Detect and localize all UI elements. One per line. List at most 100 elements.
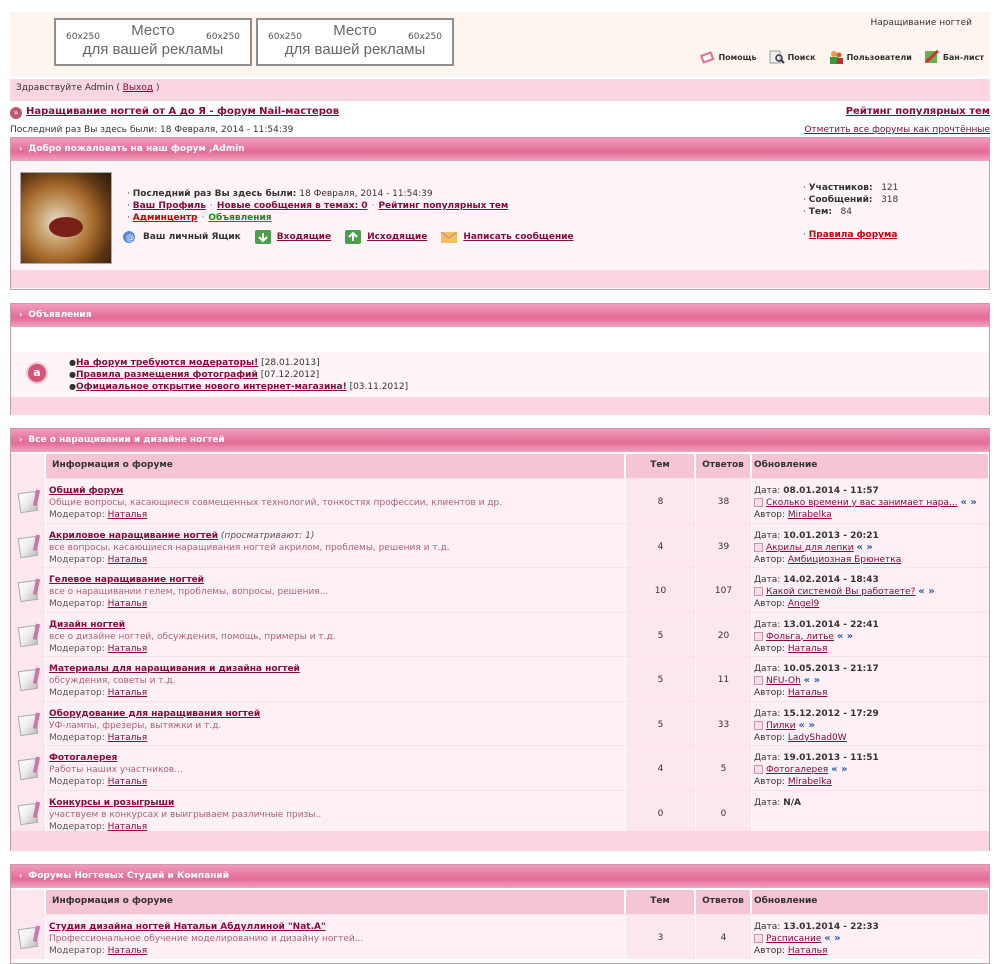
announcements-panel: › Объявления a На форум требуются модерат… xyxy=(10,303,990,415)
goto-arrows[interactable]: « » xyxy=(960,497,976,508)
help-icon xyxy=(700,51,715,64)
topics-count: 8 xyxy=(626,479,695,523)
forum-info-cell: Фотогалерея Работы наших участников... Мо… xyxy=(46,746,625,790)
forum-link[interactable]: Студия дизайна ногтей Натальи Абдуллиной… xyxy=(49,922,326,932)
last-topic-link[interactable]: Акрилы для лепки xyxy=(766,543,854,553)
ad-banner-1[interactable]: 60x250 60x250 Место для вашей рекламы xyxy=(54,18,252,66)
forum-rules-link[interactable]: Правила форума xyxy=(809,230,898,240)
moderator-label: Модератор: xyxy=(49,643,105,654)
moderator-link[interactable]: Наталья xyxy=(108,510,148,520)
svg-text:@: @ xyxy=(126,233,134,242)
moderator-label: Модератор: xyxy=(49,599,105,609)
admincenter-link[interactable]: Админцентр xyxy=(133,213,198,223)
announcement-item: Правила размещения фотографий [07.12.201… xyxy=(69,369,408,381)
date-label: Дата: xyxy=(754,619,781,630)
logout-link[interactable]: Выход xyxy=(123,83,153,93)
announcement-list: На форум требуются модераторы! [28.01.20… xyxy=(69,357,408,393)
last-topic-link[interactable]: NFU-Oh xyxy=(766,676,801,686)
announcement-link[interactable]: Официальное открытие нового интернет-маг… xyxy=(76,382,347,392)
announcements-spacer xyxy=(11,328,989,352)
moderator-link[interactable]: Наталья xyxy=(108,688,148,698)
popular-topics-link[interactable]: Рейтинг популярных тем xyxy=(846,106,990,117)
author-link[interactable]: Mirabelka xyxy=(788,777,832,787)
goto-arrows[interactable]: « » xyxy=(799,720,815,731)
moderator-label: Модератор: xyxy=(49,510,105,520)
banlist-link[interactable]: Бан-лист xyxy=(924,50,984,64)
post-icon xyxy=(754,587,763,596)
forum-link[interactable]: Конкурсы и розыгрыши xyxy=(49,798,174,808)
replies-count: 5 xyxy=(696,746,751,790)
inbox-icon[interactable] xyxy=(254,230,271,244)
inbox-link[interactable]: Входящие xyxy=(277,232,331,242)
compose-link[interactable]: Написать сообщение xyxy=(463,232,573,242)
help-link[interactable]: Помощь xyxy=(699,50,757,64)
goto-arrows[interactable]: « » xyxy=(831,764,847,775)
forum-link[interactable]: Материалы для наращивания и дизайна ногт… xyxy=(49,664,300,674)
moderator-link[interactable]: Наталья xyxy=(108,777,148,787)
date-label: Дата: xyxy=(754,664,781,674)
announcements-link[interactable]: Объявления xyxy=(208,213,271,223)
moderator-link[interactable]: Наталья xyxy=(108,644,148,654)
forum-icon-cell xyxy=(11,915,45,959)
post-icon xyxy=(754,631,763,641)
forum-link[interactable]: Дизайн ногтей xyxy=(49,620,125,630)
author-label: Автор: xyxy=(754,554,785,565)
forum-link[interactable]: Оборудование для наращивания ногтей xyxy=(49,709,260,719)
goto-arrows[interactable]: « » xyxy=(837,631,853,642)
replies-count: 11 xyxy=(696,657,751,701)
ad-banner-2[interactable]: 60x250 60x250 Место для вашей рекламы xyxy=(256,18,454,66)
goto-arrows[interactable]: « » xyxy=(804,675,820,686)
members-value: 121 xyxy=(881,183,899,193)
moderator-link[interactable]: Наталья xyxy=(108,946,148,956)
outbox-icon[interactable] xyxy=(345,230,362,244)
forum-link[interactable]: Фотогалерея xyxy=(49,753,117,763)
welcome-last-visit: · Последний раз Вы здесь были: 18 Феврал… xyxy=(127,189,433,199)
announcement-link[interactable]: Правила размещения фотографий xyxy=(76,370,258,380)
last-topic-link[interactable]: Какой системой Вы работаете? xyxy=(766,587,915,597)
moderator-link[interactable]: Наталья xyxy=(108,733,148,743)
post-icon xyxy=(754,934,763,943)
announcement-link[interactable]: На форум требуются модераторы! xyxy=(76,358,258,368)
new-posts-link[interactable]: Новые сообщения в темах: 0 xyxy=(217,201,368,211)
author-link[interactable]: Наталья xyxy=(788,946,828,956)
help-label: Помощь xyxy=(718,52,757,62)
forum-home-link[interactable]: Наращивание ногтей от А до Я - форум Nai… xyxy=(26,106,339,117)
forum-link[interactable]: Общий форум xyxy=(49,486,123,496)
goto-arrows[interactable]: « » xyxy=(918,586,934,597)
author-label: Автор: xyxy=(754,946,785,956)
author-link[interactable]: LadyShad0W xyxy=(788,733,847,743)
mark-all-read-link[interactable]: Отметить все форумы как прочтённые xyxy=(804,125,990,135)
author-link[interactable]: Амбициозная Брюнетка xyxy=(788,555,901,565)
users-icon xyxy=(829,51,843,64)
last-topic-link[interactable]: Фотогалерея xyxy=(766,765,828,775)
author-link[interactable]: Наталья xyxy=(788,644,828,654)
welcome-footer xyxy=(11,270,989,288)
author-link[interactable]: Наталья xyxy=(788,688,828,698)
moderator-link[interactable]: Наталья xyxy=(108,555,148,565)
popular-link[interactable]: Рейтинг популярных тем xyxy=(378,201,508,211)
outbox-link[interactable]: Исходящие xyxy=(367,232,427,242)
moderator-link[interactable]: Наталья xyxy=(108,599,148,609)
last-topic-link[interactable]: Фольга, литье xyxy=(766,632,834,642)
forum-link[interactable]: Акриловое наращивание ногтей xyxy=(49,531,218,541)
forum-icon xyxy=(17,713,39,736)
last-topic-link[interactable]: Пилки xyxy=(766,721,796,731)
replies-count: 0 xyxy=(696,790,751,835)
last-topic-link[interactable]: Сколько времени у вас занимает нара... xyxy=(766,498,958,508)
compose-icon[interactable] xyxy=(441,230,458,244)
last-topic-link[interactable]: Расписание xyxy=(766,934,821,944)
goto-arrows[interactable]: « » xyxy=(856,542,872,553)
forum-description: УФ-лампы, фрезеры, вытяжки и т.д. xyxy=(49,720,222,731)
announcement-icon: a xyxy=(26,362,48,384)
users-link[interactable]: Пользователи xyxy=(828,50,912,64)
author-link[interactable]: Mirabelka xyxy=(788,510,832,520)
search-link[interactable]: Поиск xyxy=(769,50,816,64)
goto-arrows[interactable]: « » xyxy=(824,933,840,944)
moderator-link[interactable]: Наталья xyxy=(108,822,148,832)
moderator-label: Модератор: xyxy=(49,732,105,743)
topics-count: 0 xyxy=(626,790,695,835)
author-link[interactable]: Angel9 xyxy=(788,599,819,609)
forum-link[interactable]: Гелевое наращивание ногтей xyxy=(49,575,204,585)
profile-link[interactable]: Ваш Профиль xyxy=(133,201,206,211)
last-post-cell: Дата: N/A xyxy=(752,790,989,835)
